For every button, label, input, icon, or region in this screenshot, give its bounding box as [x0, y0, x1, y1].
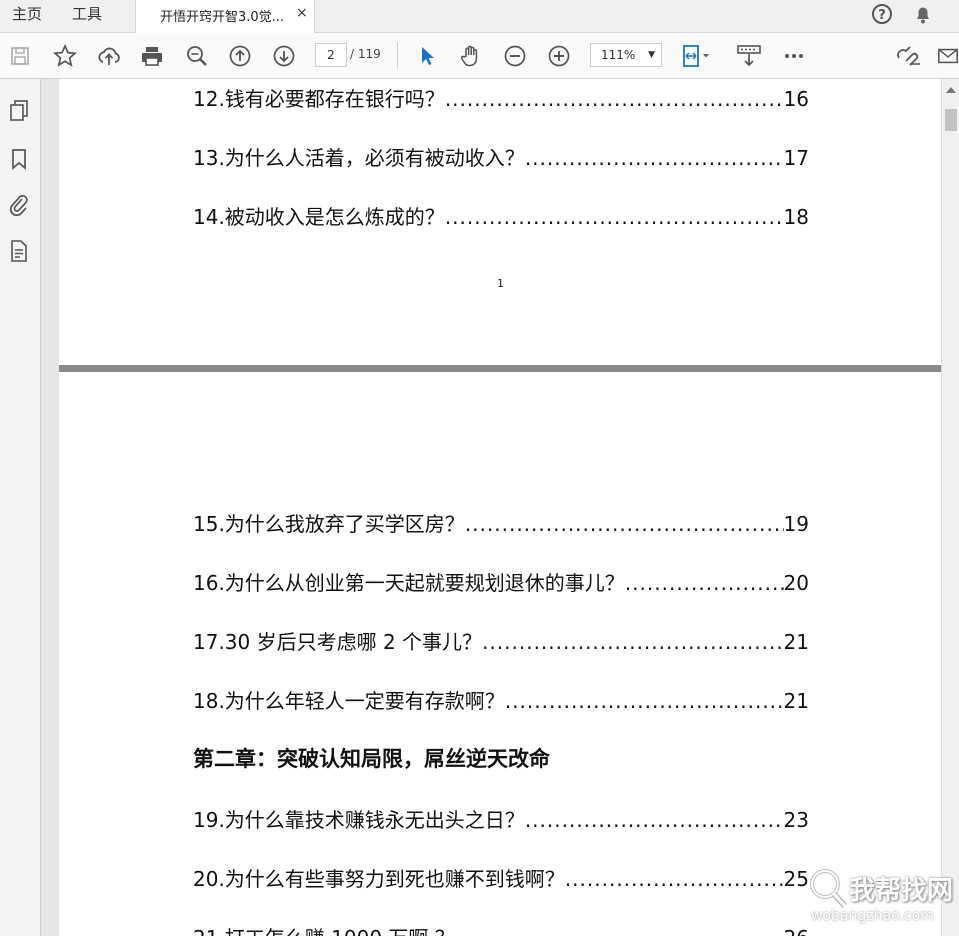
scrollbar-thumb[interactable] [945, 109, 957, 131]
site-watermark: 我帮找网 wobangzhao.com [803, 864, 959, 936]
scroll-up-arrow-icon[interactable] [946, 87, 956, 93]
document-properties-icon[interactable] [8, 239, 30, 263]
sign-icon[interactable] [893, 33, 925, 78]
zoom-select[interactable]: 111% ▼ [590, 43, 662, 67]
toc-entry-page: 20 [783, 571, 809, 595]
toc-entry-title: 17.30 岁后只考虑哪 2 个事儿？ [193, 630, 483, 654]
page-folio: 1 [497, 277, 504, 290]
tab-tools[interactable]: 工具 [72, 0, 102, 32]
pages-thumbnail-icon[interactable] [8, 99, 30, 123]
toc-entry-title: 15.为什么我放弃了买学区房？ [193, 512, 465, 536]
more-options-icon[interactable] [778, 33, 810, 78]
toc-leader-dots [445, 205, 784, 229]
toc-entry[interactable]: 14.被动收入是怎么炼成的？ 18 [193, 201, 809, 230]
next-page-icon[interactable] [268, 33, 300, 78]
magnifier-logo-icon [810, 869, 848, 909]
toc-entry-page: 17 [783, 146, 809, 170]
toc-leader-dots [445, 87, 784, 111]
toc-leader-dots [525, 146, 784, 170]
document-viewer: 12.钱有必要都存在银行吗？ 16 13.为什么人活着，必须有被动收入？ 17 14… [41, 79, 941, 936]
scroll-mode-icon[interactable] [733, 33, 765, 78]
previous-page-icon[interactable] [224, 33, 256, 78]
toc-entry-title: 20.为什么有些事努力到死也赚不到钱啊？ [193, 867, 565, 891]
toc-entry[interactable]: 17.30 岁后只考虑哪 2 个事儿？ 21 [193, 626, 809, 655]
toc-leader-dots [482, 630, 783, 654]
toc-entry-title: 18.为什么年轻人一定要有存款啊？ [193, 689, 505, 713]
toc-leader-dots [525, 808, 784, 832]
print-icon[interactable] [136, 33, 168, 78]
pdf-page-2: 15.为什么我放弃了买学区房？ 19 16.为什么从创业第一天起就要规划退休的事儿… [59, 372, 941, 936]
toolbar: 2 / 119 111% ▼ [0, 33, 959, 79]
attachment-icon[interactable] [8, 193, 30, 217]
left-sidebar [0, 79, 41, 936]
zoom-in-icon[interactable] [543, 33, 575, 78]
page-total: / 119 [350, 47, 381, 61]
zoom-search-icon[interactable] [181, 33, 213, 78]
close-tab-icon[interactable]: × [296, 5, 308, 21]
hand-tool-icon[interactable] [455, 33, 487, 78]
svg-text:?: ? [878, 8, 886, 23]
toc-entry[interactable]: 18.为什么年轻人一定要有存款啊？ 21 [193, 685, 809, 714]
toc-leader-dots [455, 926, 784, 936]
toc-entry[interactable]: 15.为什么我放弃了买学区房？ 19 [193, 508, 809, 537]
star-icon[interactable] [49, 33, 81, 78]
toc-entry[interactable]: 21.打工怎么赚 1000 万啊 ？26 [193, 922, 809, 936]
pdf-page-1: 12.钱有必要都存在银行吗？ 16 13.为什么人活着，必须有被动收入？ 17 14… [59, 79, 941, 365]
toc-entry-page: 19 [783, 512, 809, 536]
page-number-input[interactable]: 2 [315, 43, 347, 67]
toc-entry-title: 13.为什么人活着，必须有被动收入？ [193, 146, 525, 170]
toc-entry[interactable]: 16.为什么从创业第一天起就要规划退休的事儿？ 20 [193, 567, 809, 596]
toc-entry-page: 21 [783, 689, 809, 713]
toc-leader-dots [465, 512, 784, 536]
bell-icon[interactable] [912, 3, 934, 29]
select-cursor-icon[interactable] [411, 33, 443, 78]
bookmark-icon[interactable] [8, 147, 30, 171]
page-separator [59, 365, 941, 372]
toc-entry[interactable]: 20.为什么有些事努力到死也赚不到钱啊？25 [193, 863, 809, 892]
upload-cloud-icon[interactable] [93, 33, 125, 78]
toolbar-divider [397, 42, 398, 68]
watermark-chinese-text: 我帮找网 [849, 876, 954, 906]
fit-page-icon[interactable] [680, 33, 712, 78]
toc-entry-title: 12.钱有必要都存在银行吗？ [193, 87, 445, 111]
toc-entry-page: 23 [783, 808, 809, 832]
document-tab-title: 开悟开窍开智3.0觉... [160, 10, 285, 25]
email-icon[interactable] [937, 33, 959, 78]
toc-entry[interactable]: 12.钱有必要都存在银行吗？ 16 [193, 83, 809, 112]
toc-entry-page: 16 [783, 87, 809, 111]
tab-home[interactable]: 主页 [12, 0, 42, 32]
watermark-url-text: wobangzhao.com [811, 908, 934, 924]
tab-document[interactable]: 开悟开窍开智3.0觉... × [135, 0, 315, 33]
toc-leader-dots [565, 867, 784, 891]
zoom-value: 111% [601, 48, 636, 62]
toc-leader-dots [505, 689, 784, 713]
toc-entry-title: 19.为什么靠技术赚钱永无出头之日？ [193, 808, 525, 832]
toc-entry-title: 16.为什么从创业第一天起就要规划退休的事儿？ [193, 571, 625, 595]
toc-entry[interactable]: 13.为什么人活着，必须有被动收入？ 17 [193, 142, 809, 171]
toc-entry[interactable]: 19.为什么靠技术赚钱永无出头之日？ 23 [193, 804, 809, 833]
toc-entry-page: 18 [783, 205, 809, 229]
vertical-scrollbar[interactable] [941, 79, 959, 936]
toc-leader-dots [625, 571, 784, 595]
tab-bar: 主页 工具 开悟开窍开智3.0觉... × ? [0, 0, 959, 33]
save-icon[interactable] [4, 33, 36, 78]
help-icon[interactable]: ? [871, 3, 893, 29]
toc-entry-title: 14.被动收入是怎么炼成的？ [193, 205, 445, 229]
toc-entry-page: 21 [783, 630, 809, 654]
toc-entry-title: 21.打工怎么赚 1000 万啊 ？ [193, 922, 455, 936]
zoom-out-icon[interactable] [499, 33, 531, 78]
chapter-heading[interactable]: 第二章：突破认知局限，屌丝逆天改命 [193, 743, 550, 773]
chevron-down-icon: ▼ [648, 50, 655, 60]
